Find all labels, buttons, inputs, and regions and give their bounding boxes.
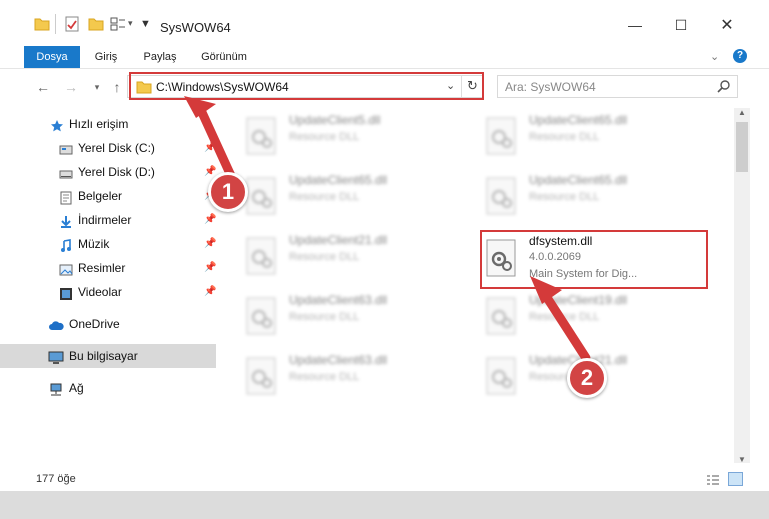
step-1-badge: 1 <box>208 172 248 212</box>
arrow-1-head <box>184 96 216 118</box>
annotation-arrows <box>184 96 591 363</box>
arrow-2-head <box>530 276 562 304</box>
arrow-1 <box>195 103 237 183</box>
step-2-badge: 2 <box>567 358 607 398</box>
arrow-2 <box>541 291 591 363</box>
